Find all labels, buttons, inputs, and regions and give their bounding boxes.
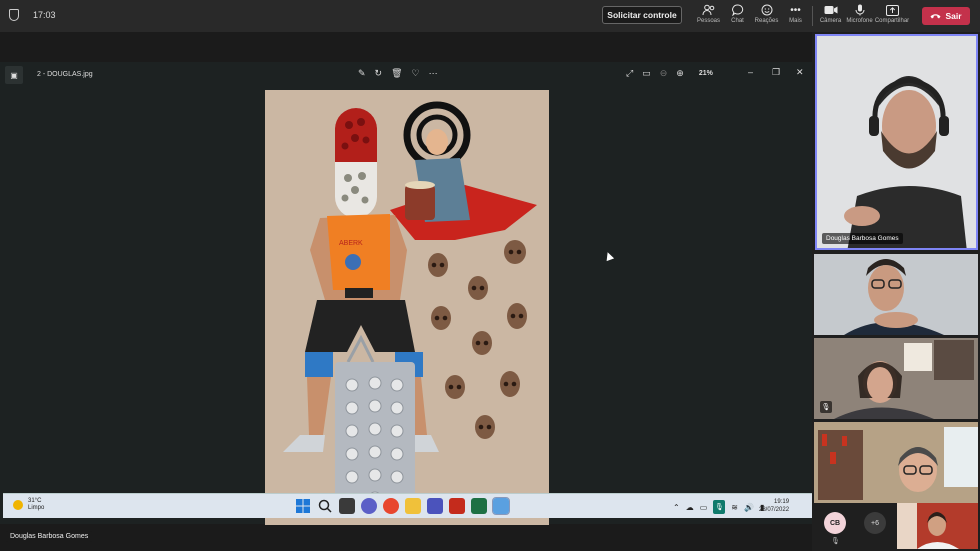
photos-toolbar: ▣ 2 - DOUGLAS.jpg ✎ ↻ 🗑 ♡ ⋯ ⤢ ▭ ⊖ ⊕ 21% … bbox=[0, 62, 812, 88]
favorite-icon[interactable]: ♡ bbox=[412, 68, 420, 79]
hangup-icon bbox=[930, 11, 941, 21]
search-icon[interactable] bbox=[317, 498, 333, 514]
camera-icon bbox=[824, 4, 838, 16]
task-view-icon[interactable] bbox=[339, 498, 355, 514]
chat-app-icon[interactable] bbox=[361, 498, 377, 514]
device-controls: Câmera Microfone Compartilhar bbox=[816, 4, 910, 24]
reactions-button[interactable]: Reações bbox=[752, 4, 781, 24]
participant-tile-main[interactable]: Douglas Barbosa Gomes bbox=[815, 34, 978, 250]
chevron-up-icon[interactable]: ⌃ bbox=[673, 503, 680, 512]
mic-in-use-icon[interactable]: 🎙 bbox=[713, 500, 726, 514]
expand-icon[interactable]: ⤢ bbox=[626, 68, 633, 79]
system-clock[interactable]: 19:19 28/07/2022 bbox=[759, 498, 789, 514]
meeting-info: 17:03 bbox=[9, 9, 56, 21]
edit-image-icon[interactable]: ✎ bbox=[358, 68, 366, 79]
meeting-timer: 17:03 bbox=[33, 10, 56, 20]
weather-condition: Limpo bbox=[28, 505, 45, 511]
participant-tile-small[interactable] bbox=[897, 503, 978, 549]
microphone-icon bbox=[853, 4, 867, 16]
windows-start-icon[interactable] bbox=[295, 498, 311, 514]
zoom-level: 21% bbox=[698, 70, 713, 77]
participant-tile-4[interactable] bbox=[814, 422, 978, 503]
shield-icon bbox=[9, 9, 19, 21]
collage-image: ABERK bbox=[265, 90, 549, 525]
chat-button[interactable]: Chat bbox=[723, 4, 752, 24]
request-control-button[interactable]: Solicitar controle bbox=[602, 6, 682, 24]
zoom-out-icon[interactable]: ⊖ bbox=[660, 68, 668, 79]
weather-widget[interactable]: 31°C Limpo bbox=[13, 498, 44, 512]
zoom-in-icon[interactable]: ⊕ bbox=[676, 68, 684, 79]
fit-window-icon[interactable]: ▭ bbox=[642, 68, 651, 79]
people-button[interactable]: Pessoas bbox=[694, 4, 723, 24]
more-options-icon[interactable]: ⋯ bbox=[429, 68, 438, 79]
minimize-button[interactable]: – bbox=[748, 67, 753, 77]
muted-mic-icon: 🎙 bbox=[820, 401, 832, 413]
shared-screen: ▣ 2 - DOUGLAS.jpg ✎ ↻ 🗑 ♡ ⋯ ⤢ ▭ ⊖ ⊕ 21% … bbox=[0, 32, 812, 551]
windows-taskbar: 31°C Limpo ⌃ ☁ ▭ 🎙 ≋ 🔊 ▮ 19:19 28/07/202… bbox=[3, 493, 812, 518]
meeting-toolbar: 17:03 Solicitar controle Pessoas Chat Re… bbox=[0, 0, 980, 32]
file-explorer-icon[interactable] bbox=[405, 498, 421, 514]
photos-file-title: 2 - DOUGLAS.jpg bbox=[37, 71, 93, 78]
camera-button[interactable]: Câmera bbox=[816, 4, 845, 24]
meeting-actions: Pessoas Chat Reações ••• Mais bbox=[694, 4, 810, 24]
leave-button[interactable]: Sair bbox=[922, 7, 970, 25]
display-icon[interactable]: ▭ bbox=[700, 503, 708, 512]
presenter-label: Douglas Barbosa Gomes bbox=[6, 531, 93, 542]
wifi-icon[interactable]: ≋ bbox=[731, 503, 738, 512]
participant-name: Douglas Barbosa Gomes bbox=[822, 233, 903, 244]
excel-icon[interactable] bbox=[471, 498, 487, 514]
chat-icon bbox=[731, 4, 745, 16]
share-icon bbox=[885, 4, 899, 16]
rotate-icon[interactable]: ↻ bbox=[375, 68, 383, 79]
more-icon: ••• bbox=[790, 4, 801, 16]
taskbar-apps bbox=[295, 497, 510, 515]
cloud-icon[interactable]: ☁ bbox=[686, 503, 694, 512]
more-participants-button[interactable]: +6 bbox=[864, 512, 886, 534]
participant-tile-3[interactable]: 🎙 bbox=[814, 338, 978, 419]
people-icon bbox=[702, 4, 716, 16]
photos-app-icon: ▣ bbox=[5, 66, 23, 84]
more-button[interactable]: ••• Mais bbox=[781, 4, 810, 25]
photos-taskbar-icon[interactable] bbox=[492, 497, 510, 515]
photos-edit-tools: ✎ ↻ 🗑 ♡ ⋯ bbox=[358, 68, 438, 79]
close-button[interactable]: ✕ bbox=[796, 67, 804, 78]
share-button[interactable]: Compartilhar bbox=[874, 4, 910, 24]
weather-icon bbox=[13, 500, 23, 510]
maximize-button[interactable]: ❐ bbox=[772, 67, 780, 78]
avatar-muted-icon: 🎙 bbox=[831, 538, 840, 545]
toolbar-divider bbox=[812, 6, 813, 26]
chrome-icon[interactable] bbox=[383, 498, 399, 514]
participants-panel: Douglas Barbosa Gomes 🎙 bbox=[812, 32, 980, 551]
volume-icon[interactable]: 🔊 bbox=[744, 503, 754, 512]
reactions-icon bbox=[760, 4, 774, 16]
weather-temp: 31°C bbox=[28, 498, 42, 504]
delete-icon[interactable]: 🗑 bbox=[391, 68, 402, 79]
teams-icon[interactable] bbox=[427, 498, 443, 514]
avatar[interactable]: CB bbox=[824, 512, 846, 534]
svg-text:ABERK: ABERK bbox=[339, 240, 363, 247]
microphone-button[interactable]: Microfone bbox=[845, 4, 874, 24]
acrobat-icon[interactable] bbox=[449, 498, 465, 514]
system-tray: ⌃ ☁ ▭ 🎙 ≋ 🔊 ▮ bbox=[673, 500, 764, 514]
participant-tile-2[interactable] bbox=[814, 254, 978, 335]
photos-view-tools: ⤢ ▭ ⊖ ⊕ 21% bbox=[626, 68, 713, 79]
